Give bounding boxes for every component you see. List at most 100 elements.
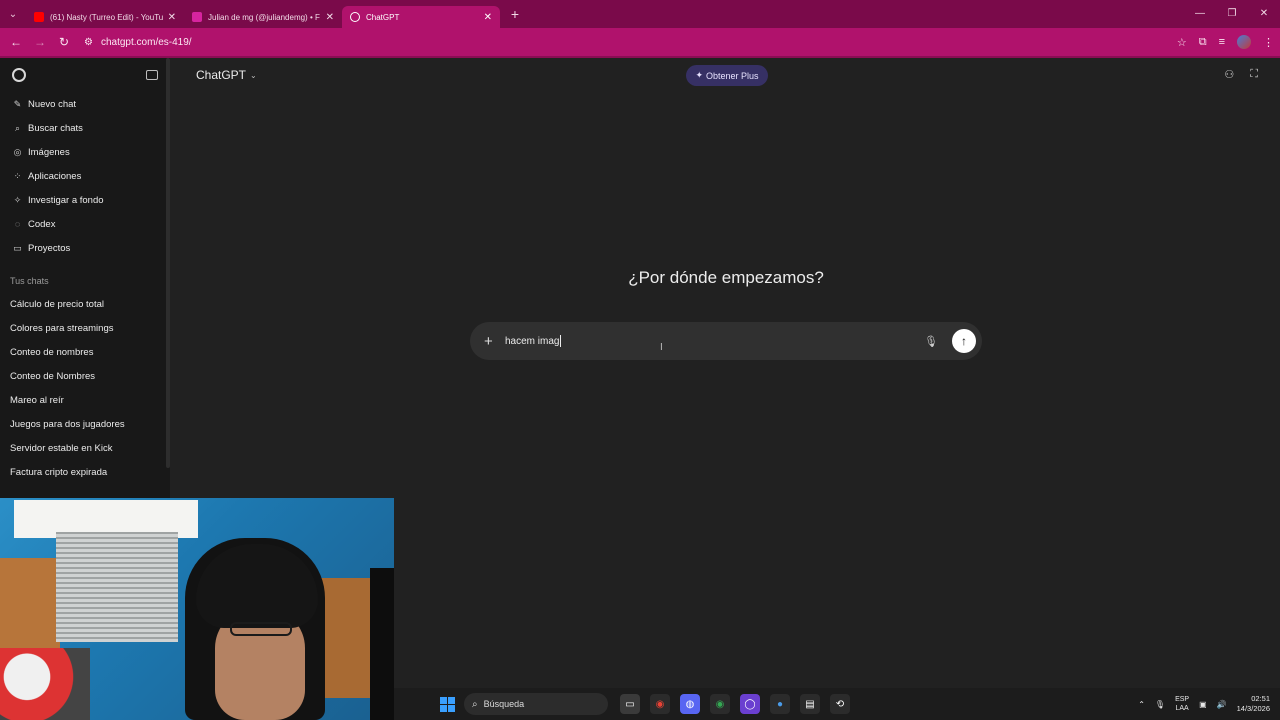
clock-time: 02:51 (1251, 694, 1270, 703)
close-window-icon[interactable]: ✕ (1248, 0, 1280, 28)
chat-list-item[interactable]: Mareo al reír (0, 388, 170, 412)
taskbar-search[interactable]: ⌕ Búsqueda (464, 693, 608, 715)
sidebar-item-label: Codex (28, 218, 56, 230)
add-attachment-icon[interactable]: + (484, 334, 496, 349)
url-field[interactable]: ⚙ chatgpt.com/es-419/ (84, 37, 192, 48)
bookmark-star-icon[interactable]: ☆ (1177, 36, 1187, 49)
sidebar-item-deep-research[interactable]: ✧ Investigar a fondo (0, 188, 170, 212)
chat-list-item[interactable]: Conteo de Nombres (0, 364, 170, 388)
folder-icon: ▭ (13, 242, 22, 253)
discord-icon[interactable]: ◍ (680, 694, 700, 714)
taskbar-search-label: Búsqueda (483, 699, 525, 709)
get-plus-label: Obtener Plus (706, 70, 759, 81)
openai-logo-icon[interactable] (12, 68, 26, 82)
tab-label: Julian de mg (@juliandemg) • F (208, 12, 320, 22)
sidebar-item-search-chats[interactable]: ⌕ Buscar chats (0, 116, 170, 140)
sidebar-item-label: Proyectos (28, 242, 71, 254)
instagram-icon (192, 12, 202, 22)
app-icon-obs[interactable]: ⟲ (830, 694, 850, 714)
chat-list-item[interactable]: Factura cripto expirada (0, 460, 170, 484)
taskbar: ⌕ Búsqueda ▭ ◉ ◍ ◉ ◯ ● ▤ ⟲ ⌃ 🎙 ESP LAA ▣… (394, 688, 1280, 720)
webcam-overlay (0, 498, 394, 720)
sidebar-scrollbar[interactable] (166, 58, 170, 468)
extensions-icon[interactable]: ⧉ (1199, 36, 1207, 49)
chat-list-item[interactable]: Conteo de nombres (0, 340, 170, 364)
sidebar-toggle-icon[interactable] (146, 70, 158, 80)
temporary-chat-icon[interactable]: ⛶ (1250, 68, 1258, 81)
tab-youtube[interactable]: (61) Nasty (Turreo Edit) - YouTu ✕ (26, 6, 184, 28)
lang-top: ESP (1175, 696, 1190, 703)
chevron-up-icon[interactable]: ⌃ (1138, 700, 1145, 709)
language-indicator[interactable]: ESP LAA (1175, 695, 1189, 713)
toolbar-actions: ☆ ⧉ ≡ ⋮ (1177, 28, 1274, 56)
webcam-plush-toy (0, 648, 90, 720)
sidebar-item-codex[interactable]: ◌ Codex (0, 212, 170, 236)
sidebar-item-label: Buscar chats (28, 122, 83, 134)
prompt-input-text: hacem imag (505, 335, 560, 347)
restore-icon[interactable]: ❐ (1216, 0, 1248, 28)
microphone-icon[interactable]: 🎙 (924, 335, 938, 348)
apps-icon: ⁘ (13, 170, 22, 181)
images-icon: ◎ (13, 146, 22, 157)
ibeam-cursor-icon: I (660, 342, 663, 353)
chat-list-item[interactable]: Juegos para dos jugadores (0, 412, 170, 436)
chat-list-item[interactable]: Servidor estable en Kick (0, 436, 170, 460)
app-icon-blue[interactable]: ● (770, 694, 790, 714)
app-icon-grid[interactable]: ▤ (800, 694, 820, 714)
sidebar-item-projects[interactable]: ▭ Proyectos (0, 236, 170, 260)
clock[interactable]: 02:51 14/3/2026 (1237, 694, 1270, 714)
sidebar-item-label: Nuevo chat (28, 98, 77, 110)
toolbar-divider (0, 56, 1280, 58)
tab-chatgpt[interactable]: ChatGPT ✕ (342, 6, 500, 28)
user-icon[interactable]: ⚇ (1224, 68, 1234, 81)
sidebar-item-apps[interactable]: ⁘ Aplicaciones (0, 164, 170, 188)
header-actions: ⚇ ⛶ (1224, 68, 1258, 81)
url-text: chatgpt.com/es-419/ (100, 36, 192, 48)
chrome-profile-icon[interactable]: ◉ (710, 694, 730, 714)
profile-avatar[interactable] (1237, 35, 1251, 49)
compose-icon: ✎ (13, 98, 22, 109)
back-icon[interactable]: ← (4, 35, 28, 49)
chat-list-item[interactable]: Cálculo de precio total (0, 292, 170, 316)
chat-list-item[interactable]: Colores para streamings (0, 316, 170, 340)
system-tray: ⌃ 🎙 ESP LAA ▣ 🔊 02:51 14/3/2026 (1138, 688, 1270, 720)
site-info-icon[interactable]: ⚙ (84, 37, 93, 48)
search-icon: ⌕ (14, 122, 21, 133)
webcam-glasses (230, 622, 292, 636)
menu-kebab-icon[interactable]: ⋮ (1263, 36, 1274, 49)
new-tab-button[interactable]: + (504, 6, 526, 22)
media-control-icon[interactable]: ≡ (1219, 36, 1225, 48)
tab-instagram[interactable]: Julian de mg (@juliandemg) • F ✕ (184, 6, 342, 28)
sidebar-item-new-chat[interactable]: ✎ Nuevo chat (0, 92, 170, 116)
sidebar-item-label: Aplicaciones (28, 170, 82, 182)
close-tab-icon[interactable]: ✕ (168, 12, 176, 23)
app-icon-purple[interactable]: ◯ (740, 694, 760, 714)
sidebar-item-label: Imágenes (28, 146, 70, 158)
prompt-input[interactable]: hacem imag I (505, 335, 924, 353)
sidebar-item-images[interactable]: ◎ Imágenes (0, 140, 170, 164)
forward-icon[interactable]: → (28, 35, 52, 49)
minimize-icon[interactable]: — (1184, 0, 1216, 28)
file-explorer-icon[interactable]: ▭ (620, 694, 640, 714)
get-plus-button[interactable]: ✦ Obtener Plus (686, 65, 768, 86)
volume-icon[interactable]: 🔊 (1217, 700, 1227, 709)
lang-bottom: LAA (1175, 705, 1189, 712)
webcam-window-blind (56, 532, 178, 642)
sidebar: ✎ Nuevo chat ⌕ Buscar chats ◎ Imágenes ⁘… (0, 58, 170, 498)
prompt-composer: + hacem imag I 🎙 ↑ (470, 322, 982, 360)
network-icon[interactable]: ▣ (1199, 700, 1207, 709)
sidebar-item-label: Investigar a fondo (28, 194, 104, 206)
microphone-tray-icon[interactable]: 🎙 (1155, 700, 1165, 709)
close-tab-icon[interactable]: ✕ (484, 12, 492, 23)
model-selector[interactable]: ChatGPT ⌄ (196, 68, 257, 82)
sidebar-header (0, 58, 170, 92)
chrome-icon[interactable]: ◉ (650, 694, 670, 714)
send-button[interactable]: ↑ (952, 329, 976, 353)
tab-search-dropdown-icon[interactable]: ⌄ (0, 0, 26, 28)
close-tab-icon[interactable]: ✕ (326, 12, 334, 23)
research-icon: ✧ (13, 194, 22, 205)
windows-start-icon[interactable] (440, 697, 455, 712)
reload-icon[interactable]: ↻ (52, 35, 76, 49)
browser-tab-bar: ⌄ (61) Nasty (Turreo Edit) - YouTu ✕ Jul… (0, 0, 1280, 28)
window-controls: — ❐ ✕ (1184, 0, 1280, 28)
